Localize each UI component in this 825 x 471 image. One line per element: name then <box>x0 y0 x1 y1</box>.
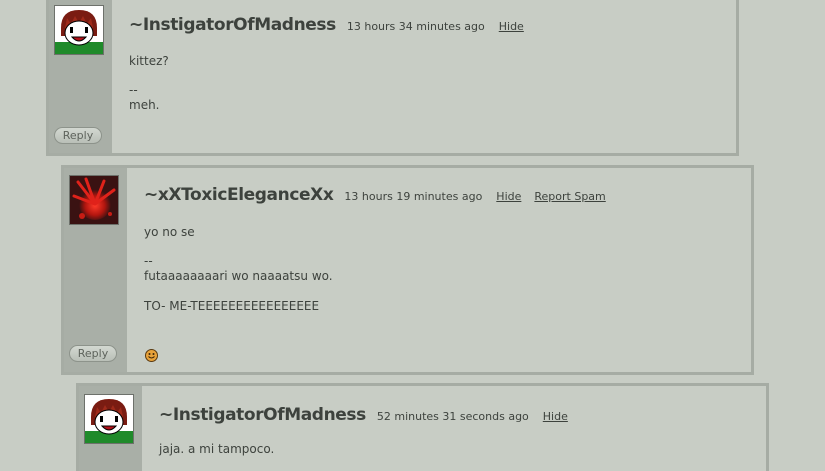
comment-body: ~InstigatorOfMadness 13 hours 34 minutes… <box>129 15 726 113</box>
red-splatter-avatar-icon[interactable] <box>69 175 119 225</box>
comment-header: ~InstigatorOfMadness 52 minutes 31 secon… <box>159 405 756 425</box>
signature-text-2: TO- ME-TEEEEEEEEEEEEEEEE <box>144 299 320 313</box>
timestamp: 52 minutes 31 seconds ago <box>376 410 529 423</box>
comment-thread: Reply ~InstigatorOfMadness 13 hours 34 m… <box>0 0 825 471</box>
signature-text: meh. <box>129 98 160 112</box>
signature-separator: -- <box>129 83 138 97</box>
reply-button[interactable]: Reply <box>54 127 102 144</box>
comment: ~InstigatorOfMadness 52 minutes 31 secon… <box>76 383 769 471</box>
comment-header: ~xXToxicEleganceXx 13 hours 19 minutes a… <box>144 185 741 205</box>
comment: Reply ~xXToxicEleganceXx 13 hours 19 min… <box>61 165 754 375</box>
timestamp: 13 hours 34 minutes ago <box>346 20 485 33</box>
username-link[interactable]: ~InstigatorOfMadness <box>129 15 336 35</box>
signature-text: futaaaaaaaari wo naaaatsu wo. <box>144 269 333 283</box>
username-link[interactable]: ~InstigatorOfMadness <box>159 405 366 425</box>
hide-link[interactable]: Hide <box>496 190 521 203</box>
comment-body: ~InstigatorOfMadness 52 minutes 31 secon… <box>159 405 756 457</box>
comment-message: kittez? <box>129 54 169 68</box>
reply-button[interactable]: Reply <box>69 345 117 362</box>
timestamp: 13 hours 19 minutes ago <box>344 190 483 203</box>
comment-header: ~InstigatorOfMadness 13 hours 34 minutes… <box>129 15 726 35</box>
report-spam-link[interactable]: Report Spam <box>534 190 605 203</box>
comment-message: jaja. a mi tampoco. <box>159 442 275 456</box>
username-link[interactable]: ~xXToxicEleganceXx <box>144 185 334 205</box>
hide-link[interactable]: Hide <box>543 410 568 423</box>
signature-separator: -- <box>144 254 153 268</box>
comment: Reply ~InstigatorOfMadness 13 hours 34 m… <box>46 0 739 156</box>
hide-link[interactable]: Hide <box>499 20 524 33</box>
comment-message: yo no se <box>144 225 195 239</box>
smiley-icon <box>145 347 158 362</box>
cartoon-boy-avatar-icon[interactable] <box>84 394 134 444</box>
cartoon-boy-avatar-icon[interactable] <box>54 5 104 55</box>
comment-body: ~xXToxicEleganceXx 13 hours 19 minutes a… <box>144 185 741 314</box>
